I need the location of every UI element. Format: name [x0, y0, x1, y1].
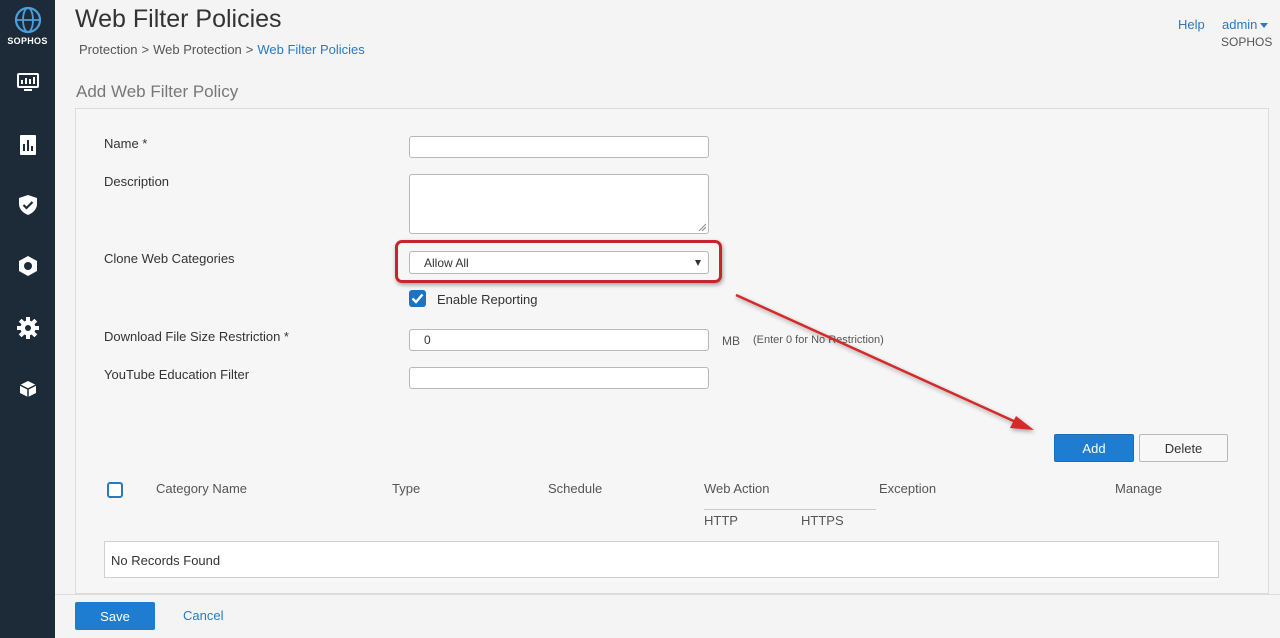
org-name: SOPHOS: [1221, 35, 1273, 49]
logo-text: SOPHOS: [7, 36, 48, 46]
breadcrumb-web-protection[interactable]: Web Protection: [153, 42, 242, 57]
breadcrumb: Protection > Web Protection > Web Filter Pol…: [79, 42, 365, 57]
user-menu[interactable]: admin: [1222, 17, 1269, 32]
chevron-down-icon: [1260, 23, 1269, 29]
sidebar-item-monitor[interactable]: [0, 62, 55, 102]
enable-reporting-checkbox[interactable]: [409, 290, 426, 307]
web-action-divider: [704, 509, 876, 510]
sidebar-item-system[interactable]: [0, 308, 55, 348]
sidebar-item-reports[interactable]: [0, 125, 55, 165]
column-exception: Exception: [879, 481, 937, 496]
download-unit-label: MB: [722, 334, 740, 348]
resize-grip-icon[interactable]: [698, 223, 706, 231]
description-textarea[interactable]: [409, 174, 709, 234]
table-body: No Records Found: [104, 541, 1219, 578]
youtube-filter-label: YouTube Education Filter: [104, 367, 250, 382]
name-input[interactable]: [409, 136, 709, 158]
clone-web-categories-label: Clone Web Categories: [104, 251, 235, 266]
checkmark-icon: [411, 293, 424, 304]
shield-check-icon: [18, 195, 37, 215]
report-icon: [19, 135, 36, 155]
column-manage: Manage: [1115, 481, 1162, 496]
column-https: HTTPS: [801, 513, 844, 528]
column-web-action: Web Action: [704, 481, 770, 496]
youtube-filter-input[interactable]: [409, 367, 709, 389]
sidebar: SOPHOS: [0, 0, 55, 638]
delete-button[interactable]: Delete: [1139, 434, 1228, 462]
name-label: Name *: [104, 136, 148, 151]
empty-message: No Records Found: [111, 553, 221, 568]
add-button[interactable]: Add: [1054, 434, 1134, 462]
sophos-logo[interactable]: SOPHOS: [0, 6, 55, 46]
globe-logo-icon: [14, 6, 41, 34]
page-title: Web Filter Policies: [75, 5, 282, 33]
breadcrumb-protection[interactable]: Protection: [79, 42, 138, 57]
sidebar-item-packages[interactable]: [0, 369, 55, 409]
user-name: admin: [1222, 17, 1258, 32]
box-icon: [19, 381, 36, 397]
breadcrumb-separator: >: [141, 42, 150, 57]
column-http: HTTP: [704, 513, 738, 528]
help-link[interactable]: Help: [1178, 17, 1205, 32]
select-all-checkbox[interactable]: [107, 482, 123, 498]
column-type: Type: [392, 481, 421, 496]
breadcrumb-separator: >: [245, 42, 254, 57]
download-size-input[interactable]: [409, 329, 709, 351]
annotation-highlight-box: [395, 240, 722, 283]
download-size-label: Download File Size Restriction *: [104, 329, 289, 344]
monitor-icon: [16, 73, 39, 91]
protection-icon: [18, 256, 37, 276]
sidebar-item-protection[interactable]: [0, 185, 55, 225]
save-button[interactable]: Save: [75, 602, 155, 630]
column-category-name: Category Name: [156, 481, 248, 496]
breadcrumb-web-filter-policies[interactable]: Web Filter Policies: [257, 42, 364, 57]
gear-icon: [16, 317, 39, 339]
download-hint: (Enter 0 for No Restriction): [753, 334, 884, 346]
section-title: Add Web Filter Policy: [76, 82, 239, 101]
enable-reporting-label: Enable Reporting: [437, 292, 538, 307]
column-schedule: Schedule: [548, 481, 603, 496]
description-label: Description: [104, 174, 170, 189]
sidebar-item-configure[interactable]: [0, 246, 55, 286]
footer-bar: [55, 594, 1280, 638]
cancel-link[interactable]: Cancel: [183, 608, 223, 623]
